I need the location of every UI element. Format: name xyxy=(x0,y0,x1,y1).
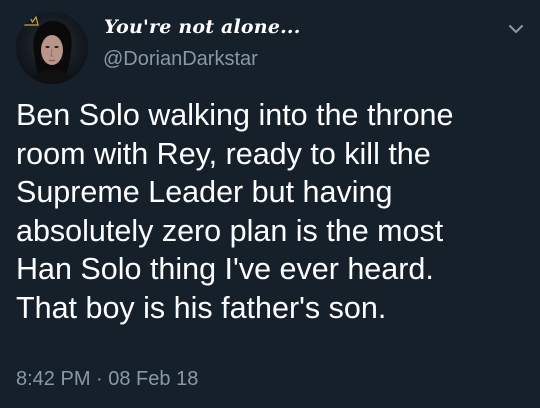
chevron-down-icon xyxy=(509,25,523,33)
tweet-menu-button[interactable] xyxy=(506,22,526,36)
tweet-text: Ben Solo walking into the throne room wi… xyxy=(16,98,454,325)
tweet-timestamp[interactable]: 8:42 PM · 08 Feb 18 xyxy=(16,368,198,391)
avatar[interactable] xyxy=(16,12,88,84)
display-name[interactable]: You're not alone... xyxy=(104,16,301,38)
profile-avatar-image xyxy=(16,12,88,84)
tweet-card: You're not alone... @DorianDarkstar Ben … xyxy=(0,0,540,408)
author-handle[interactable]: @DorianDarkstar xyxy=(103,48,258,71)
